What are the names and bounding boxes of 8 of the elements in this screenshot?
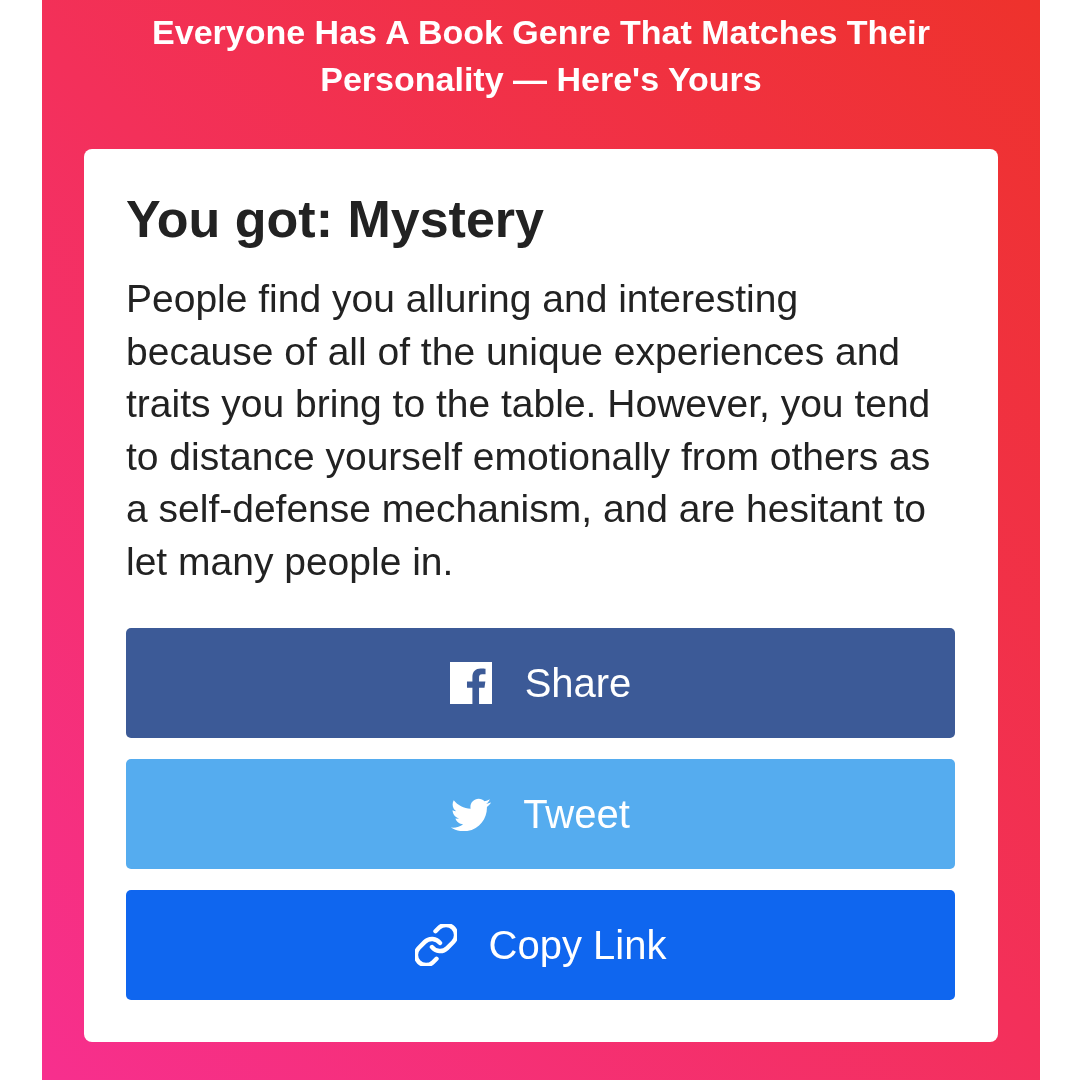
link-icon — [414, 924, 457, 966]
facebook-icon — [449, 662, 492, 704]
quiz-title: Everyone Has A Book Genre That Matches Their Personality — Here's Yours — [151, 12, 931, 100]
result-description: People find you alluring and interesting because of all of the unique experiences and traits you bring to the table. However, you tend to distance yourself emotionally from others as a self-defense mechanism, and are hesitant to let many people in. — [126, 276, 932, 585]
share-button[interactable]: Share — [126, 628, 955, 738]
bird-icon — [451, 797, 492, 831]
copy-link-button[interactable]: Copy Link — [126, 890, 955, 1000]
result-heading: You got: Mystery — [126, 189, 545, 250]
